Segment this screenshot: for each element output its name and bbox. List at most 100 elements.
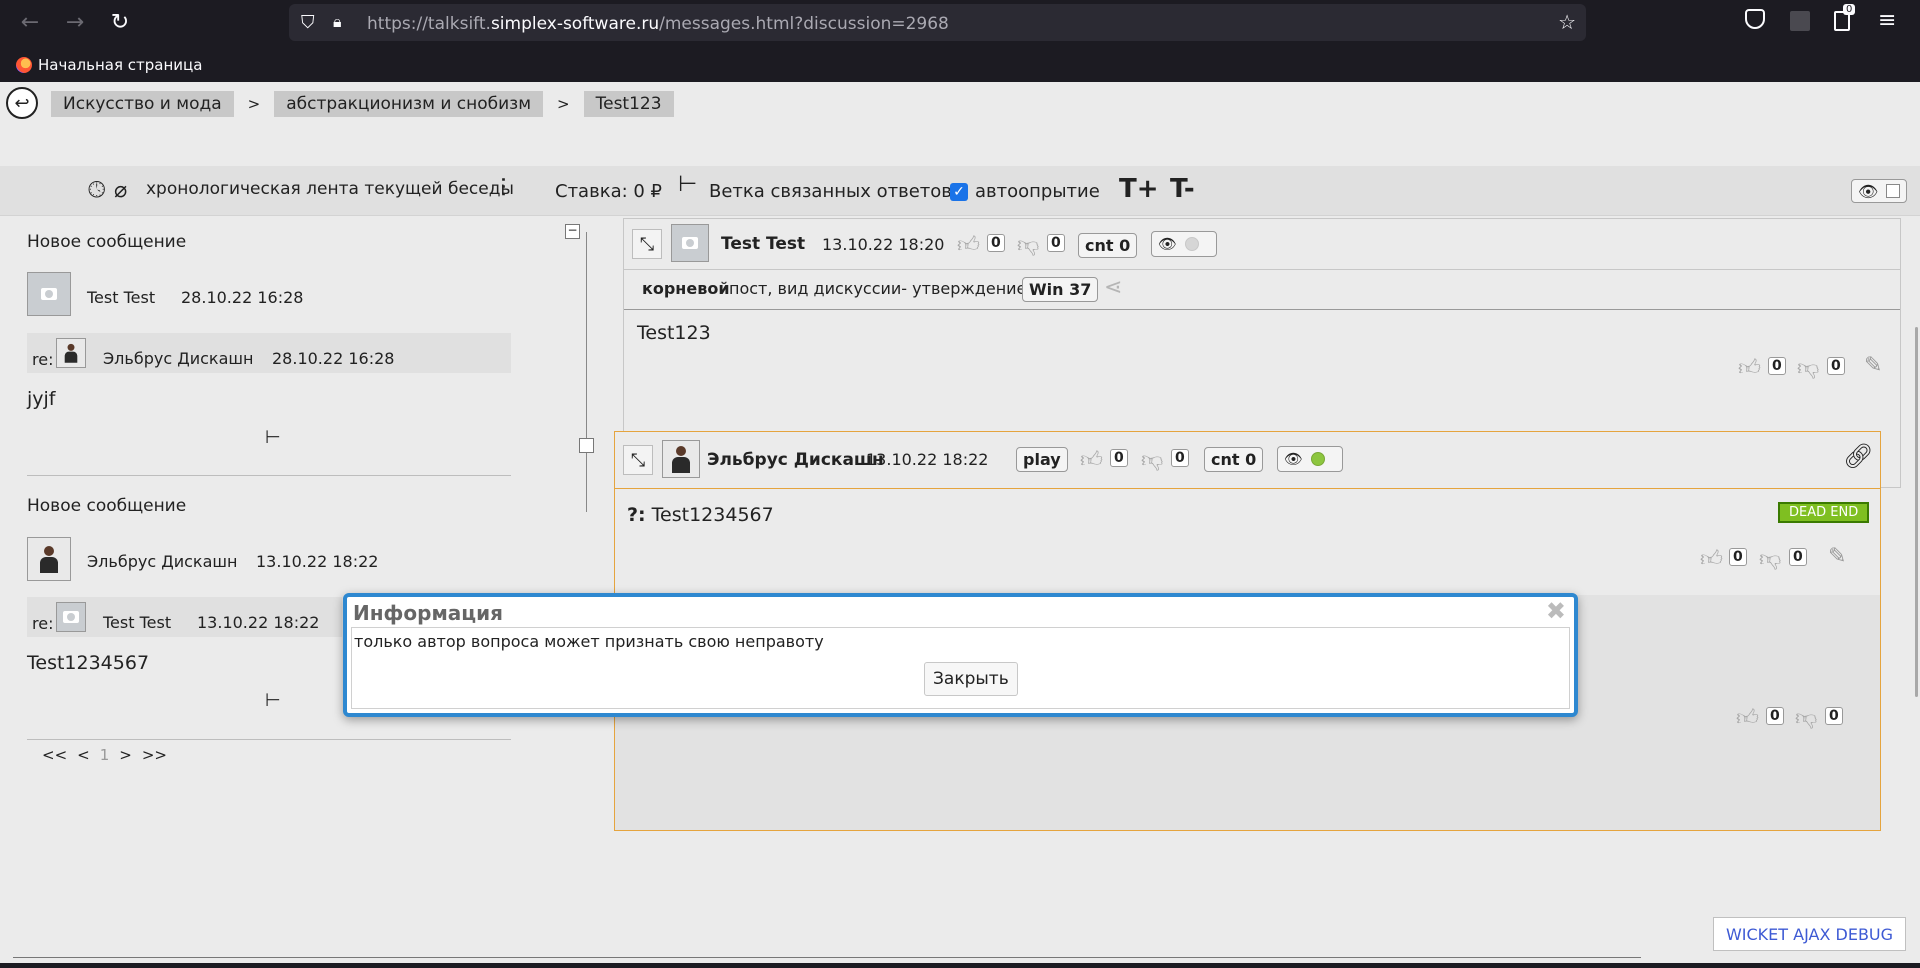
post-visibility-toggle[interactable]: 👁︎: [1151, 231, 1217, 257]
like-count: 0: [1729, 548, 1747, 566]
camera-icon: [63, 611, 79, 623]
cnt-badge[interactable]: cnt 0: [1204, 447, 1264, 472]
avatar[interactable]: [56, 602, 86, 632]
post-body: ?: Test1234567: [627, 504, 774, 526]
win-badge[interactable]: Win 37: [1022, 277, 1099, 302]
thumbs-up-icon[interactable]: 👍︎: [1080, 446, 1103, 473]
visibility-checkbox[interactable]: [1886, 184, 1900, 198]
link-icon[interactable]: 🔗︎: [1843, 442, 1873, 470]
branch-label[interactable]: Ветка связанных ответов: [709, 181, 952, 202]
divider: [27, 739, 511, 740]
edit-note-icon[interactable]: ✎: [1828, 544, 1846, 569]
eye-icon: 👁︎: [1858, 181, 1879, 201]
pager-next[interactable]: >: [119, 746, 132, 764]
avatar[interactable]: [27, 537, 71, 581]
scrollbar-thumb[interactable]: [1915, 327, 1918, 697]
bookmark-star-icon[interactable]: ☆: [1558, 10, 1576, 34]
settings-sliders-icon[interactable]: ⫶: [500, 174, 507, 205]
like-count: 0: [987, 234, 1005, 252]
thumbs-down-icon[interactable]: 👎︎: [1017, 231, 1039, 258]
post-type-bold: корневой: [642, 279, 730, 298]
branch-tree-icon[interactable]: ⊢: [678, 172, 697, 197]
back-arrow-icon[interactable]: ←: [16, 8, 44, 36]
avatar[interactable]: [56, 338, 86, 368]
breadcrumb-item-discussion[interactable]: Test123: [583, 91, 674, 117]
clock-icon[interactable]: 🕓︎: [88, 178, 105, 203]
pager-last[interactable]: >>: [142, 746, 167, 764]
breadcrumb-separator: >: [247, 95, 261, 113]
re-label: re:: [32, 350, 54, 369]
user-photo-icon: [64, 343, 78, 364]
url-text[interactable]: https://talksift.simplex-software.ru/mes…: [367, 14, 949, 34]
cnt-badge[interactable]: cnt 0: [1078, 233, 1138, 258]
breadcrumb-separator: >: [557, 95, 570, 113]
breadcrumb-item-category[interactable]: Искусство и мода: [51, 91, 234, 117]
menu-icon[interactable]: ≡: [1878, 8, 1896, 33]
timeline-label[interactable]: хронологическая лента текущей беседы: [146, 179, 514, 199]
re-time: 28.10.22 16:28: [272, 349, 395, 368]
pager-prev[interactable]: <: [77, 746, 90, 764]
thumbs-up-icon[interactable]: 👍︎: [1700, 545, 1723, 572]
avatar[interactable]: [662, 440, 700, 478]
breadcrumb: Искусство и мода > абстракционизм и сноб…: [51, 91, 674, 117]
post-author[interactable]: Test Test: [721, 234, 805, 254]
branch-tree-icon[interactable]: ⊢: [265, 427, 281, 448]
dislike-count: 0: [1789, 548, 1807, 566]
close-button[interactable]: Закрыть: [924, 662, 1018, 696]
breadcrumb-item-topic[interactable]: абстракционизм и снобизм: [274, 91, 544, 117]
modal-content: только автор вопроса может признать свою…: [351, 627, 1570, 709]
address-bar[interactable]: ⛉ 🔒︎ https://talksift.simplex-software.r…: [289, 4, 1586, 41]
feed-item-author[interactable]: Test Test: [87, 288, 155, 307]
tree-node[interactable]: [579, 438, 594, 453]
shield-icon[interactable]: ⛉: [301, 12, 315, 33]
thumbs-up-icon[interactable]: 👍︎: [957, 231, 980, 258]
avatar[interactable]: [27, 272, 71, 316]
collapse-arrows-icon[interactable]: ⤡: [632, 229, 662, 259]
branch-tree-icon[interactable]: ⊢: [265, 690, 281, 711]
visibility-toggle[interactable]: 👁︎: [1851, 179, 1907, 203]
bookmarks-bar-item[interactable]: Начальная страница: [16, 56, 202, 74]
pager-first[interactable]: <<: [42, 746, 67, 764]
thumbs-up-icon[interactable]: 👍︎: [1738, 354, 1761, 381]
play-button[interactable]: play: [1016, 447, 1068, 472]
re-author[interactable]: Эльбрус Дискашн: [103, 349, 253, 368]
lock-icon[interactable]: 🔒︎: [333, 12, 342, 32]
pocket-icon[interactable]: [1745, 9, 1765, 29]
thumbs-down-icon[interactable]: 👎︎: [1141, 446, 1163, 473]
page-content: ↩ Искусство и мода > абстракционизм и сн…: [0, 82, 1920, 968]
wicket-debug-button[interactable]: WICKET AJAX DEBUG: [1713, 917, 1906, 951]
status-dot: [1185, 237, 1200, 251]
post-visibility-toggle[interactable]: 👁︎: [1277, 446, 1343, 472]
stake-label: Ставка: 0 ₽: [555, 181, 663, 202]
paperclip-icon[interactable]: ⌀: [114, 178, 127, 203]
browser-chrome: ← → ↻ ⛉ 🔒︎ https://talksift.simplex-soft…: [0, 0, 1920, 82]
user-photo-icon: [39, 544, 59, 574]
avatar[interactable]: [671, 224, 709, 262]
return-icon[interactable]: ↩: [6, 87, 38, 119]
reply-reference-row[interactable]: re: Эльбрус Дискашн 28.10.22 16:28: [27, 333, 511, 373]
divider: [27, 475, 511, 476]
close-icon[interactable]: ✖: [1546, 597, 1566, 625]
like-count: 0: [1766, 707, 1784, 725]
reload-icon[interactable]: ↻: [106, 8, 134, 36]
post-author[interactable]: Эльбрус Дискашн: [707, 450, 884, 470]
collapse-tree-button[interactable]: −: [565, 224, 580, 239]
thumbs-down-icon[interactable]: 👎︎: [1795, 704, 1817, 731]
forward-arrow-icon[interactable]: →: [61, 8, 89, 36]
autoopen-checkbox[interactable]: ✓: [950, 183, 968, 201]
post-time: 13.10.22 18:22: [866, 450, 989, 469]
thumbs-down-icon[interactable]: 👎︎: [1797, 354, 1819, 381]
share-icon[interactable]: ⋖: [1104, 275, 1122, 300]
autoopen-label: автоопрытие: [975, 181, 1100, 202]
collapse-arrows-icon[interactable]: ⤡: [623, 445, 653, 475]
font-decrease-button[interactable]: T-: [1170, 174, 1195, 204]
thumbs-up-icon[interactable]: 👍︎: [1736, 704, 1759, 731]
thumbs-down-icon[interactable]: 👎︎: [1759, 545, 1781, 572]
font-increase-button[interactable]: T+: [1119, 174, 1159, 204]
edit-note-icon[interactable]: ✎: [1864, 353, 1882, 378]
extension-icon[interactable]: [1790, 11, 1810, 31]
feed-item-author[interactable]: Эльбрус Дискашн: [87, 552, 237, 571]
reply-reference-row[interactable]: re: Test Test 13.10.22 18:22: [27, 597, 342, 637]
like-count: 0: [1768, 357, 1786, 375]
re-author[interactable]: Test Test: [103, 613, 171, 632]
